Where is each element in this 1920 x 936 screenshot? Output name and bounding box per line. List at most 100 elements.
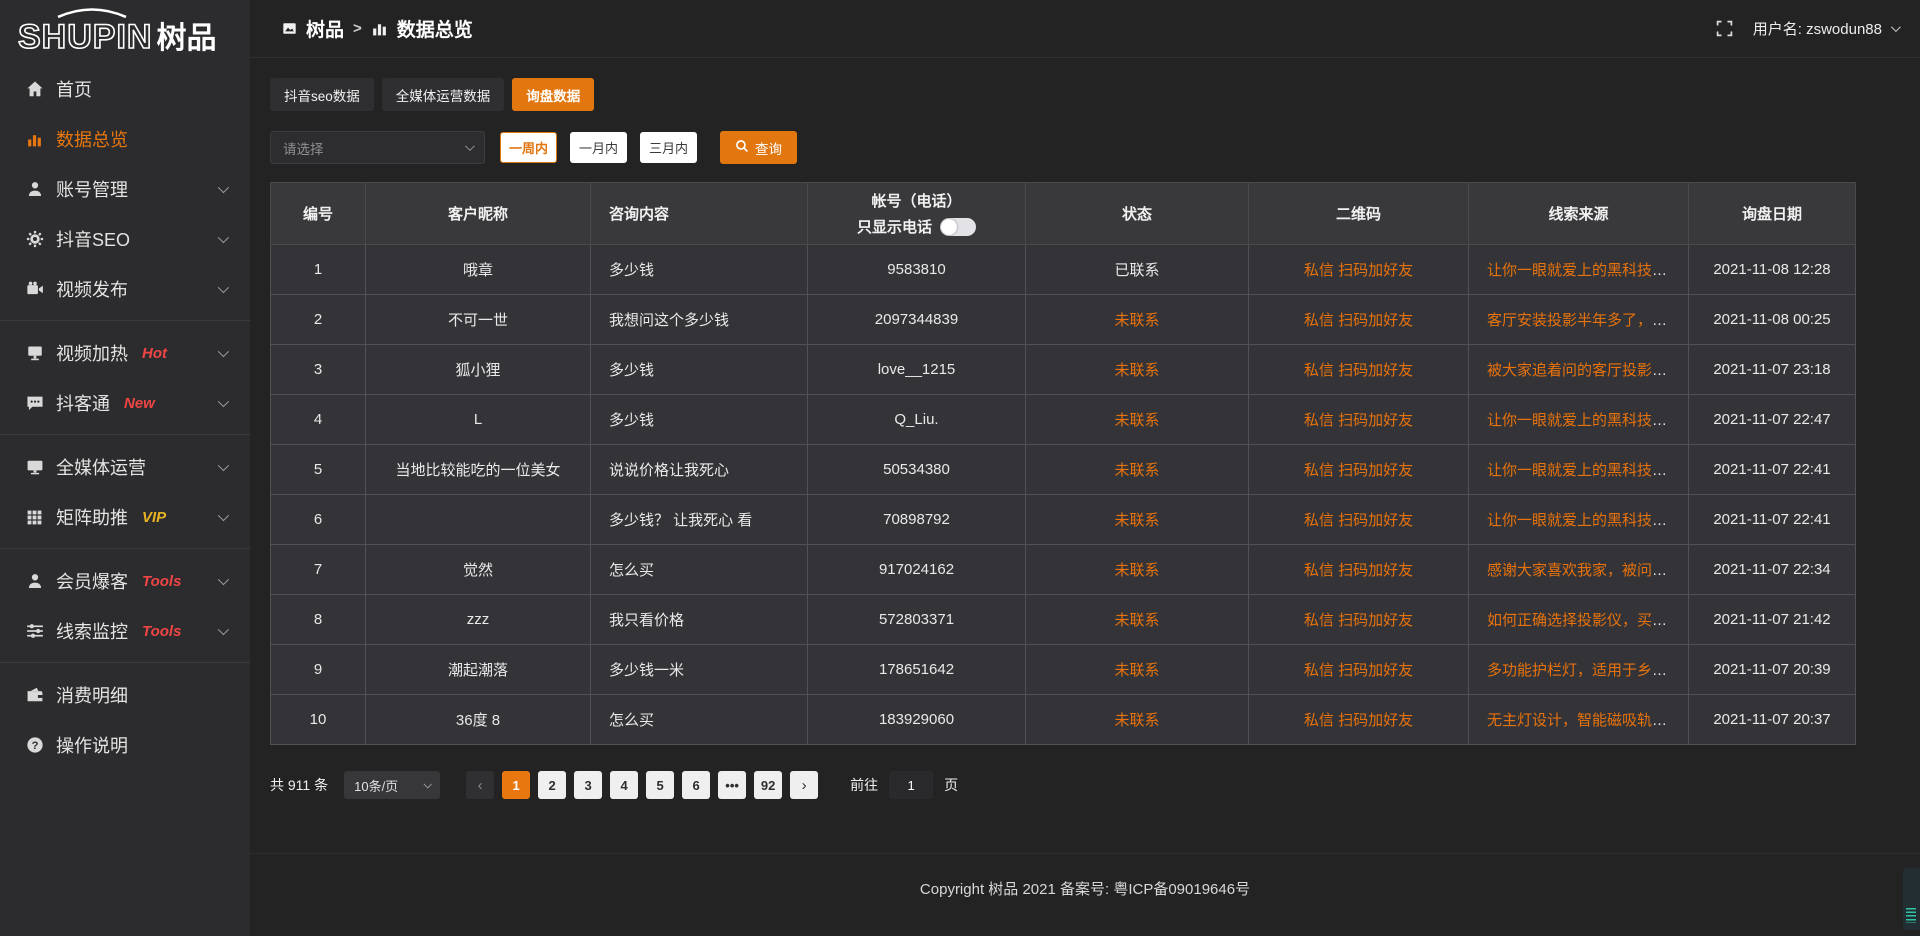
sidebar-item[interactable]: 矩阵助推 VIP [0,492,250,542]
cell-qrcode: 私信 扫码加好友 [1249,445,1469,495]
cell-account: 178651642 [808,645,1026,695]
sidebar-item-label: 矩阵助推 [56,504,128,530]
chevron-down-icon [218,460,229,471]
col-id: 编号 [271,183,366,245]
sidebar-item[interactable]: 视频发布 [0,264,250,314]
qrcode-link[interactable]: 私信 扫码加好友 [1304,462,1413,479]
col-nickname: 客户昵称 [366,183,591,245]
page-button[interactable]: ••• [718,771,746,799]
sidebar-item[interactable]: 首页 [0,64,250,114]
cell-account: 917024162 [808,545,1026,595]
page-button[interactable]: 6 [682,771,710,799]
help-icon: ? [25,736,44,755]
edge-widget[interactable] [1903,868,1920,930]
source-link[interactable]: 被大家追着问的客厅投影分享... [1487,362,1689,379]
page-button[interactable]: 1 [502,771,530,799]
cell-nickname: zzz [366,595,591,645]
chevron-down-icon [465,141,475,151]
page-button[interactable]: 4 [610,771,638,799]
goto-page: 前往 页 [850,771,958,799]
page-button[interactable]: 3 [574,771,602,799]
phone-only-toggle[interactable] [940,218,976,236]
qrcode-link[interactable]: 私信 扫码加好友 [1304,512,1413,529]
source-link[interactable]: 客厅安装投影半年多了，真实... [1487,312,1689,329]
fullscreen-icon[interactable] [1716,20,1733,37]
cell-account: 2097344839 [808,295,1026,345]
cell-content: 多少钱 [591,395,808,445]
chevron-down-icon [218,574,229,585]
sidebar-item[interactable]: 线索监控 Tools [0,606,250,656]
source-link[interactable]: 多功能护栏灯，适用于乡村文... [1487,662,1689,679]
sidebar-item[interactable]: ? 操作说明 [0,720,250,770]
user-menu[interactable]: 用户名: zswodun88 [1753,18,1898,39]
sidebar-item[interactable]: 抖客通 New [0,378,250,428]
source-link[interactable]: 让你一眼就爱上的黑科技，能... [1487,462,1689,479]
search-button[interactable]: 查询 [720,131,797,164]
status-badge: 未联系 [1114,312,1159,329]
cell-account: 50534380 [808,445,1026,495]
goto-label: 前往 [850,775,878,795]
svg-text:?: ? [31,740,38,752]
date-range-button[interactable]: 三月内 [640,132,697,163]
tab[interactable]: 全媒体运营数据 [382,78,505,111]
sidebar-item[interactable]: 账号管理 [0,164,250,214]
sidebar-item[interactable]: 会员爆客 Tools [0,556,250,606]
source-link[interactable]: 无主灯设计，智能磁吸轨道灯... [1487,712,1689,729]
cell-qrcode: 私信 扫码加好友 [1249,695,1469,745]
cell-id: 10 [271,695,366,745]
cell-source: 感谢大家喜欢我家，被问了好... [1469,545,1689,595]
col-qrcode: 二维码 [1249,183,1469,245]
chevron-down-icon [218,282,229,293]
table-row: 6 多少钱？ 让我死心 看 70898792 未联系 私信 扫码加好友 让你一眼… [271,495,1856,545]
sidebar-nav: 首页 数据总览 账号管理 [0,62,250,770]
cell-content: 说说价格让我死心 [591,445,808,495]
qrcode-link[interactable]: 私信 扫码加好友 [1304,612,1413,629]
source-link[interactable]: 让你一眼就爱上的黑科技，能... [1487,512,1689,529]
status-badge: 未联系 [1114,612,1159,629]
user-icon [25,180,44,199]
next-page-button[interactable]: › [790,771,818,799]
cell-content: 多少钱？ 让我死心 看 [591,495,808,545]
cell-qrcode: 私信 扫码加好友 [1249,495,1469,545]
source-link[interactable]: 感谢大家喜欢我家，被问了好... [1487,562,1689,579]
sidebar-item[interactable]: 抖音SEO [0,214,250,264]
qrcode-link[interactable]: 私信 扫码加好友 [1304,662,1413,679]
source-link[interactable]: 让你一眼就爱上的黑科技，能... [1487,262,1689,279]
filter-bar: 请选择 一周内 一月内 三月内 [270,131,1855,164]
qrcode-link[interactable]: 私信 扫码加好友 [1304,712,1413,729]
page-button[interactable]: 2 [538,771,566,799]
page-button[interactable]: 5 [646,771,674,799]
page-size-select[interactable]: 10条/页 [344,771,440,799]
table-row: 7 觉然 怎么买 917024162 未联系 私信 扫码加好友 感谢大家喜欢我家… [271,545,1856,595]
date-range-button[interactable]: 一月内 [570,132,627,163]
status-badge: 未联系 [1114,712,1159,729]
qrcode-link[interactable]: 私信 扫码加好友 [1304,362,1413,379]
cell-nickname: 潮起潮落 [366,645,591,695]
sidebar-item[interactable]: 消费明细 [0,670,250,720]
tab[interactable]: 抖音seo数据 [270,78,374,111]
account-select[interactable]: 请选择 [270,131,485,164]
breadcrumb-current: 数据总览 [397,15,473,42]
logo-cjk: 树品 [156,24,216,54]
sidebar-item[interactable]: 全媒体运营 [0,442,250,492]
source-link[interactable]: 让你一眼就爱上的黑科技，能... [1487,412,1689,429]
tab[interactable]: 询盘数据 [512,78,594,111]
qrcode-link[interactable]: 私信 扫码加好友 [1304,562,1413,579]
qrcode-link[interactable]: 私信 扫码加好友 [1304,262,1413,279]
cell-date: 2021-11-07 22:34 [1689,545,1856,595]
sidebar-item[interactable]: 视频加热 Hot [0,328,250,378]
prev-page-button[interactable]: ‹ [466,771,494,799]
cell-content: 我只看价格 [591,595,808,645]
qrcode-link[interactable]: 私信 扫码加好友 [1304,312,1413,329]
goto-page-input[interactable] [889,771,933,799]
cell-qrcode: 私信 扫码加好友 [1249,595,1469,645]
sidebar-item[interactable]: 数据总览 [0,114,250,164]
source-link[interactable]: 如何正确选择投影仪，买投影... [1487,612,1689,629]
qrcode-link[interactable]: 私信 扫码加好友 [1304,412,1413,429]
breadcrumb-root[interactable]: 树品 [306,15,344,42]
chevron-down-icon [218,624,229,635]
cell-content: 多少钱 [591,245,808,295]
date-range-button[interactable]: 一周内 [500,132,557,163]
chevron-down-icon [424,780,432,788]
page-button[interactable]: 92 [754,771,782,799]
